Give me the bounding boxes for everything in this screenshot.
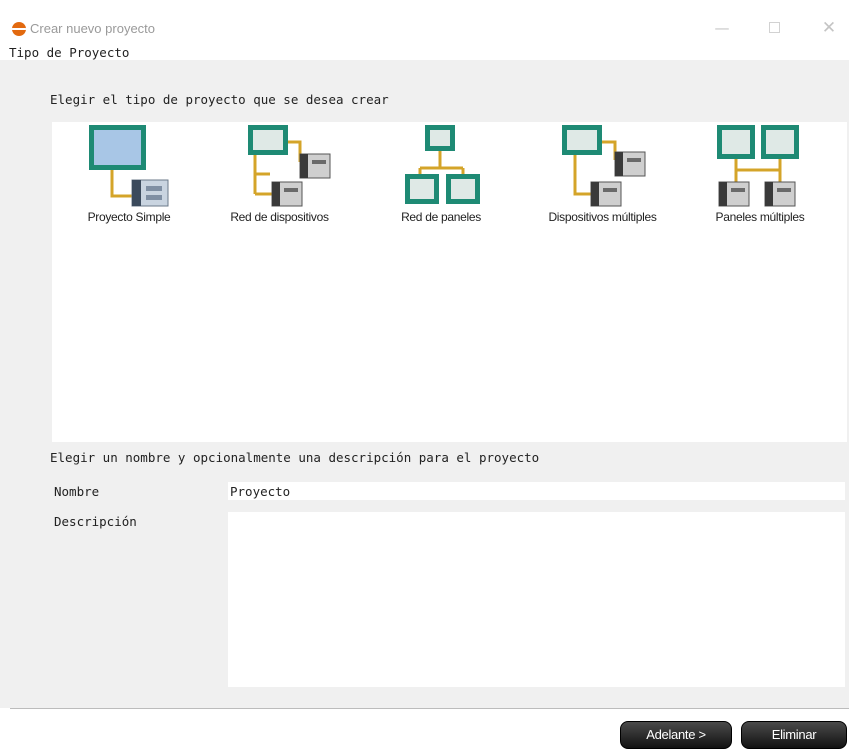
project-type-simple[interactable]: Proyecto Simple — [74, 122, 184, 232]
close-button[interactable]: ✕ — [815, 18, 843, 38]
device-network-icon — [248, 125, 331, 207]
delete-button[interactable]: Eliminar — [741, 721, 847, 749]
project-type-label: Paneles múltiples — [715, 210, 805, 224]
name-label: Nombre — [54, 484, 100, 499]
details-prompt: Elegir un nombre y opcionalmente una des… — [50, 450, 540, 465]
section-title: Tipo de Proyecto — [9, 45, 130, 60]
panel-network-icon — [405, 125, 480, 204]
minimize-button[interactable]: — — [708, 18, 736, 38]
name-input[interactable] — [228, 482, 845, 500]
project-type-label: Red de dispositivos — [230, 210, 329, 224]
single-panel-device-icon — [89, 125, 169, 207]
project-type-list: Proyecto Simple Red de dispositivos Red — [52, 122, 847, 442]
title-bar: Crear nuevo proyecto — ✕ — [0, 12, 849, 44]
next-button[interactable]: Adelante > — [620, 721, 732, 749]
project-type-label: Dispositivos múltiples — [548, 210, 657, 224]
project-type-device-network[interactable]: Red de dispositivos — [212, 122, 347, 232]
multiple-devices-icon — [562, 125, 646, 207]
project-type-prompt: Elegir el tipo de proyecto que se desea … — [50, 92, 389, 107]
project-type-panel-network[interactable]: Red de paneles — [385, 122, 497, 232]
project-type-multiple-devices[interactable]: Dispositivos múltiples — [535, 122, 670, 232]
description-input[interactable] — [228, 512, 845, 687]
window-title: Crear nuevo proyecto — [30, 21, 156, 36]
app-logo-icon — [12, 22, 26, 36]
description-label: Descripción — [54, 514, 137, 529]
project-type-label: Proyecto Simple — [87, 210, 171, 224]
multiple-panels-icon — [717, 125, 799, 207]
project-type-label: Red de paneles — [401, 210, 481, 224]
footer-divider — [10, 708, 849, 709]
maximize-button[interactable] — [760, 18, 788, 38]
project-type-multiple-panels[interactable]: Paneles múltiples — [705, 122, 815, 232]
maximize-icon — [768, 22, 780, 33]
